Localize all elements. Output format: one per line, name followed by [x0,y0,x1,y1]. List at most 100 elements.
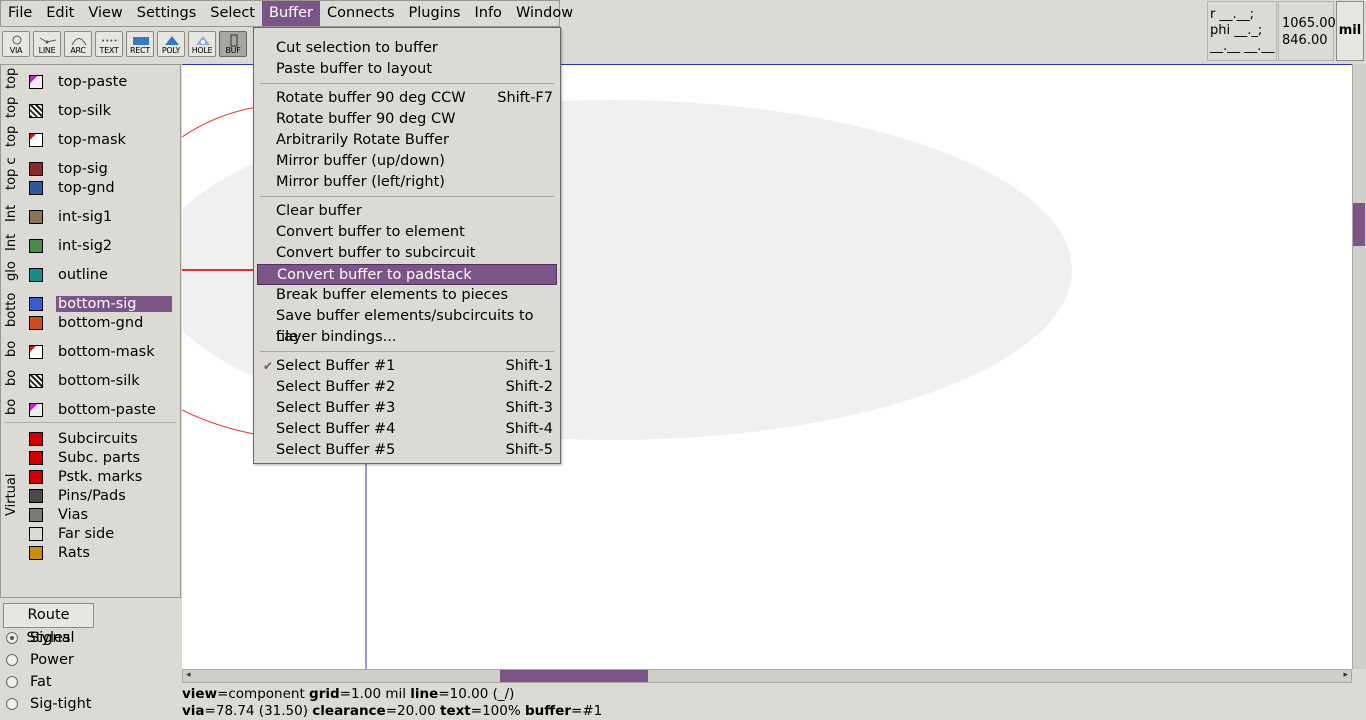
layer-group-label[interactable]: top [4,123,20,149]
tool-line-button[interactable]: LINE [33,31,61,57]
menu-window[interactable]: Window [509,1,580,26]
layer-top-silk[interactable]: top-silk [29,101,113,120]
menu-item-arbitrarily-rotate-buffer[interactable]: Arbitrarily Rotate Buffer [257,130,557,151]
radio-icon[interactable] [6,698,18,710]
layer-bottom-silk[interactable]: bottom-silk [29,371,142,390]
route-style-signal[interactable]: Signal [6,630,75,646]
layer-color-swatch[interactable] [29,507,43,522]
menu-buffer[interactable]: Buffer [262,1,321,26]
menu-item-select-buffer-5[interactable]: Select Buffer #5 Shift-5 [257,440,557,461]
layer-group-label[interactable]: Int [4,229,20,255]
layer-group-label[interactable]: botto [4,287,20,333]
layer-bottom-mask[interactable]: bottom-mask [29,342,157,361]
layer-color-swatch[interactable] [29,373,43,388]
route-styles-button[interactable]: Route Styles [3,603,94,646]
layer-color-swatch[interactable] [29,545,43,560]
radio-icon[interactable] [6,654,18,666]
tool-rect-button[interactable]: RECT [126,31,154,57]
layer-color-swatch[interactable] [29,161,43,176]
menu-settings[interactable]: Settings [130,1,203,26]
layer-int-sig1[interactable]: int-sig1 [29,207,114,226]
layer-color-swatch[interactable] [29,344,43,359]
menu-item-clear-buffer[interactable]: Clear buffer [257,201,557,222]
radio-icon[interactable] [6,676,18,688]
layer-group-label[interactable]: Int [4,200,20,226]
scroll-left-icon[interactable]: ◂ [186,670,191,680]
layer-group-label[interactable]: top [4,65,20,91]
layer-color-swatch[interactable] [29,469,43,484]
layer-group-label[interactable]: top c [4,152,20,195]
horizontal-scrollbar[interactable]: ◂ ▸ [182,669,1352,683]
virtual-layer-far-side[interactable]: Far side [29,524,116,543]
menu-edit[interactable]: Edit [39,1,81,26]
vertical-scroll-thumb[interactable] [1353,203,1365,246]
tool-buf-button[interactable]: BUF [219,31,247,57]
route-style-fat[interactable]: Fat [6,674,52,690]
menu-item-rotate-buffer-90-deg-ccw[interactable]: Rotate buffer 90 deg CCW Shift-F7 [257,88,557,109]
layer-color-swatch[interactable] [29,315,43,330]
layer-group-label[interactable]: bo [4,365,20,391]
layer-color-swatch[interactable] [29,238,43,253]
layer-group-label[interactable]: Virtual [4,425,20,565]
layer-group-label[interactable]: bo [4,336,20,362]
menu-item-break-buffer-elements-to-pieces[interactable]: Break buffer elements to pieces [257,285,557,306]
scroll-right-icon[interactable]: ▸ [1343,670,1348,680]
layer-color-swatch[interactable] [29,267,43,282]
virtual-layer-pstk-marks[interactable]: Pstk. marks [29,467,144,486]
tool-hole-button[interactable]: HOLE [188,31,216,57]
layer-color-swatch[interactable] [29,431,43,446]
layer-bottom-gnd[interactable]: bottom-gnd [29,313,145,332]
layer-color-swatch[interactable] [29,103,43,118]
menu-item-select-buffer-3[interactable]: Select Buffer #3 Shift-3 [257,398,557,419]
menu-item-convert-buffer-to-subcircuit[interactable]: Convert buffer to subcircuit [257,243,557,264]
layer-color-swatch[interactable] [29,402,43,417]
menu-item-paste-buffer-to-layout[interactable]: Paste buffer to layout [257,59,557,80]
menu-connects[interactable]: Connects [320,1,402,26]
menu-item-rotate-buffer-90-deg-cw[interactable]: Rotate buffer 90 deg CW [257,109,557,130]
tool-arc-button[interactable]: ARC [64,31,92,57]
layer-color-swatch[interactable] [29,296,43,311]
menu-item-convert-buffer-to-element[interactable]: Convert buffer to element [257,222,557,243]
unit-toggle-button[interactable]: mil [1336,1,1364,61]
layer-color-swatch[interactable] [29,74,43,89]
radio-icon[interactable] [6,632,18,644]
menu-info[interactable]: Info [467,1,508,26]
layer-group-label[interactable]: bo [4,394,20,420]
layer-color-swatch[interactable] [29,450,43,465]
menu-item-mirror-buffer-up-down[interactable]: Mirror buffer (up/down) [257,151,557,172]
virtual-layer-vias[interactable]: Vias [29,505,90,524]
layer-color-swatch[interactable] [29,526,43,541]
tool-via-button[interactable]: VIA [2,31,30,57]
menu-item-cut-selection-to-buffer[interactable]: Cut selection to buffer [257,38,557,59]
layer-outline[interactable]: outline [29,265,110,284]
layer-group-label[interactable]: glo [4,258,20,284]
menu-view[interactable]: View [81,1,129,26]
menu-item-select-buffer-4[interactable]: Select Buffer #4 Shift-4 [257,419,557,440]
layer-int-sig2[interactable]: int-sig2 [29,236,114,255]
layer-color-swatch[interactable] [29,488,43,503]
vertical-scrollbar[interactable] [1352,64,1366,669]
virtual-layer-rats[interactable]: Rats [29,543,92,562]
horizontal-scroll-thumb[interactable] [500,670,648,682]
menu-item-select-buffer-2[interactable]: Select Buffer #2 Shift-2 [257,377,557,398]
layer-top-gnd[interactable]: top-gnd [29,178,117,197]
virtual-layer-pins-pads[interactable]: Pins/Pads [29,486,128,505]
layer-top-sig[interactable]: top-sig [29,159,110,178]
menu-item-select-buffer-1[interactable]: ✔ Select Buffer #1 Shift-1 [257,356,557,377]
layer-color-swatch[interactable] [29,209,43,224]
layer-color-swatch[interactable] [29,132,43,147]
layer-top-paste[interactable]: top-paste [29,72,129,91]
layer-bottom-paste[interactable]: bottom-paste [29,400,158,419]
menu-item-layer-bindings[interactable]: Layer bindings... [257,327,557,348]
tool-poly-button[interactable]: POLY [157,31,185,57]
route-style-sig-tight[interactable]: Sig-tight [6,696,91,712]
menu-plugins[interactable]: Plugins [402,1,468,26]
menu-item-save-buffer-elements-subcircuits-to-file[interactable]: Save buffer elements/subcircuits to file [257,306,557,345]
menu-file[interactable]: File [1,1,39,26]
layer-bottom-sig[interactable]: bottom-sig [29,294,172,313]
tool-text-button[interactable]: •••••TEXT [95,31,123,57]
menu-item-convert-buffer-to-padstack[interactable]: Convert buffer to padstack [257,264,557,285]
layer-color-swatch[interactable] [29,180,43,195]
layer-top-mask[interactable]: top-mask [29,130,128,149]
menu-select[interactable]: Select [203,1,262,26]
